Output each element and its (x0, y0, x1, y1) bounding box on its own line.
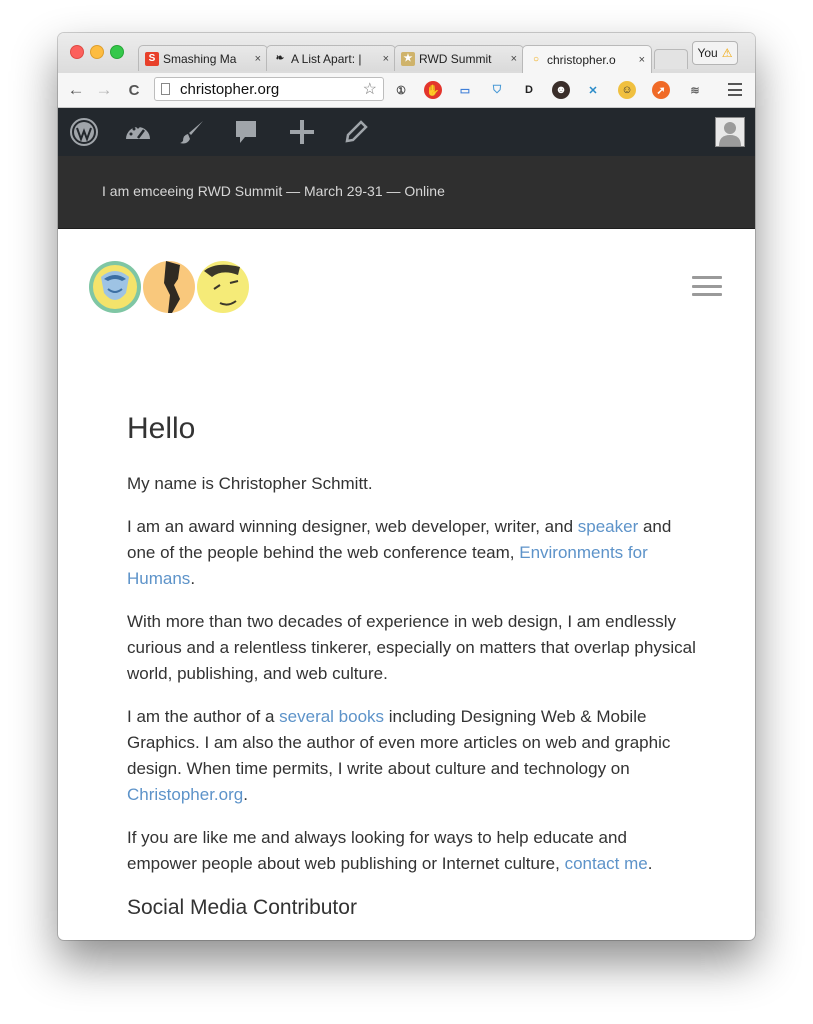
tab-christopher-org[interactable]: ○ christopher.o × (522, 45, 652, 73)
edit-pencil-icon[interactable] (340, 116, 372, 148)
author-text: I am the author of a (127, 707, 280, 726)
contact-text-2: . (647, 854, 653, 873)
about-text-3: . (190, 569, 196, 588)
wp-admin-bar (58, 108, 755, 156)
bookmark-star-icon[interactable]: ☆ (363, 79, 377, 99)
social-media-heading: Social Media Contributor (127, 896, 357, 919)
back-button[interactable]: ← (66, 80, 86, 100)
rwd-summit-favicon-icon: ★ (401, 51, 415, 66)
face-icon[interactable]: ☺ (618, 81, 636, 99)
reload-button[interactable]: C (124, 80, 144, 100)
minimize-window-button[interactable] (90, 45, 104, 59)
contact-paragraph: If you are like me and always looking fo… (127, 825, 697, 877)
browser-toolbar: ← → C christopher.org ☆ ① ✋ ▭ ⛉ D ☻ ✕ ☺ ➚ ≋ (58, 73, 755, 108)
close-window-button[interactable] (70, 45, 84, 59)
wordpress-icon[interactable] (68, 116, 100, 148)
tab-rwd-summit[interactable]: ★ RWD Summit × (394, 45, 524, 71)
reload-icon: C (128, 81, 140, 99)
profile-label: You (697, 46, 718, 60)
christopher-favicon-icon: ○ (532, 54, 540, 65)
main-content: Hello My name is Christopher Schmitt. I … (127, 411, 697, 922)
page-icon (161, 83, 170, 95)
alistapart-favicon-icon: ❧ (275, 53, 285, 64)
announcement-banner: I am emceeing RWD Summit — March 29-31 —… (58, 156, 755, 229)
new-content-icon[interactable] (286, 116, 318, 148)
intro-text: My name is Christopher Schmitt. (127, 474, 373, 493)
christopher-org-link[interactable]: Christopher.org (127, 785, 243, 804)
tab-close-icon[interactable]: × (639, 54, 645, 66)
stack-icon[interactable]: ≋ (686, 81, 704, 99)
d4-icon[interactable]: D (520, 81, 538, 99)
experience-text: With more than two decades of experience… (127, 612, 696, 683)
tab-strip: S Smashing Ma × ❧ A List Apart: | × ★ RW… (58, 33, 755, 73)
menu-toggle-icon[interactable] (692, 276, 722, 296)
announcement-text[interactable]: I am emceeing RWD Summit — March 29-31 —… (102, 183, 445, 199)
address-bar[interactable]: christopher.org ☆ (154, 77, 384, 101)
crosshair-icon[interactable]: ✕ (584, 81, 602, 99)
experience-paragraph: With more than two decades of experience… (127, 609, 697, 687)
url-text[interactable]: christopher.org (180, 81, 363, 98)
adblock-icon[interactable]: ✋ (424, 81, 442, 99)
profile-button[interactable]: You ⚠ (692, 41, 738, 65)
tab-close-icon[interactable]: × (383, 53, 389, 65)
several-books-link[interactable]: several books (279, 707, 384, 726)
back-arrow-icon: ← (67, 80, 85, 99)
site-logo[interactable] (88, 259, 250, 315)
cast-icon[interactable]: ▭ (456, 81, 474, 99)
tab-title: christopher.o (547, 52, 616, 67)
warning-icon: ⚠ (721, 46, 733, 60)
new-tab-button[interactable] (654, 49, 688, 69)
tab-title: RWD Summit (419, 51, 492, 66)
tab-close-icon[interactable]: × (511, 53, 517, 65)
contact-me-link[interactable]: contact me (565, 854, 648, 873)
forward-arrow-icon: → (95, 80, 113, 99)
smashing-favicon-icon: S (145, 51, 159, 66)
tab-title: Smashing Ma (163, 51, 237, 66)
about-text: I am an award winning designer, web deve… (127, 517, 578, 536)
comments-icon[interactable] (230, 116, 262, 148)
dashboard-icon[interactable] (122, 116, 154, 148)
tab-a-list-apart[interactable]: ❧ A List Apart: | × (266, 45, 396, 71)
chrome-menu-icon[interactable] (728, 83, 742, 96)
tab-title: A List Apart: | (291, 51, 362, 66)
1password-icon[interactable]: ① (392, 81, 410, 99)
zoom-window-button[interactable] (110, 45, 124, 59)
rocket-icon[interactable]: ➚ (652, 81, 670, 99)
contact-text: If you are like me and always looking fo… (127, 828, 627, 873)
ghostery-icon[interactable]: ☻ (552, 81, 570, 99)
author-paragraph: I am the author of a several books inclu… (127, 704, 697, 808)
forward-button[interactable]: → (94, 80, 114, 100)
about-paragraph: I am an award winning designer, web deve… (127, 514, 697, 592)
user-avatar[interactable] (715, 117, 745, 147)
tab-smashing-magazine[interactable]: S Smashing Ma × (138, 45, 268, 71)
speaker-link[interactable]: speaker (578, 517, 638, 536)
page-title: Hello (127, 412, 196, 445)
customize-brush-icon[interactable] (176, 116, 208, 148)
browser-window: S Smashing Ma × ❧ A List Apart: | × ★ RW… (58, 33, 755, 940)
tab-close-icon[interactable]: × (255, 53, 261, 65)
intro-paragraph: My name is Christopher Schmitt. (127, 471, 697, 497)
shield-icon[interactable]: ⛉ (488, 81, 506, 99)
author-text-3: . (243, 785, 248, 804)
